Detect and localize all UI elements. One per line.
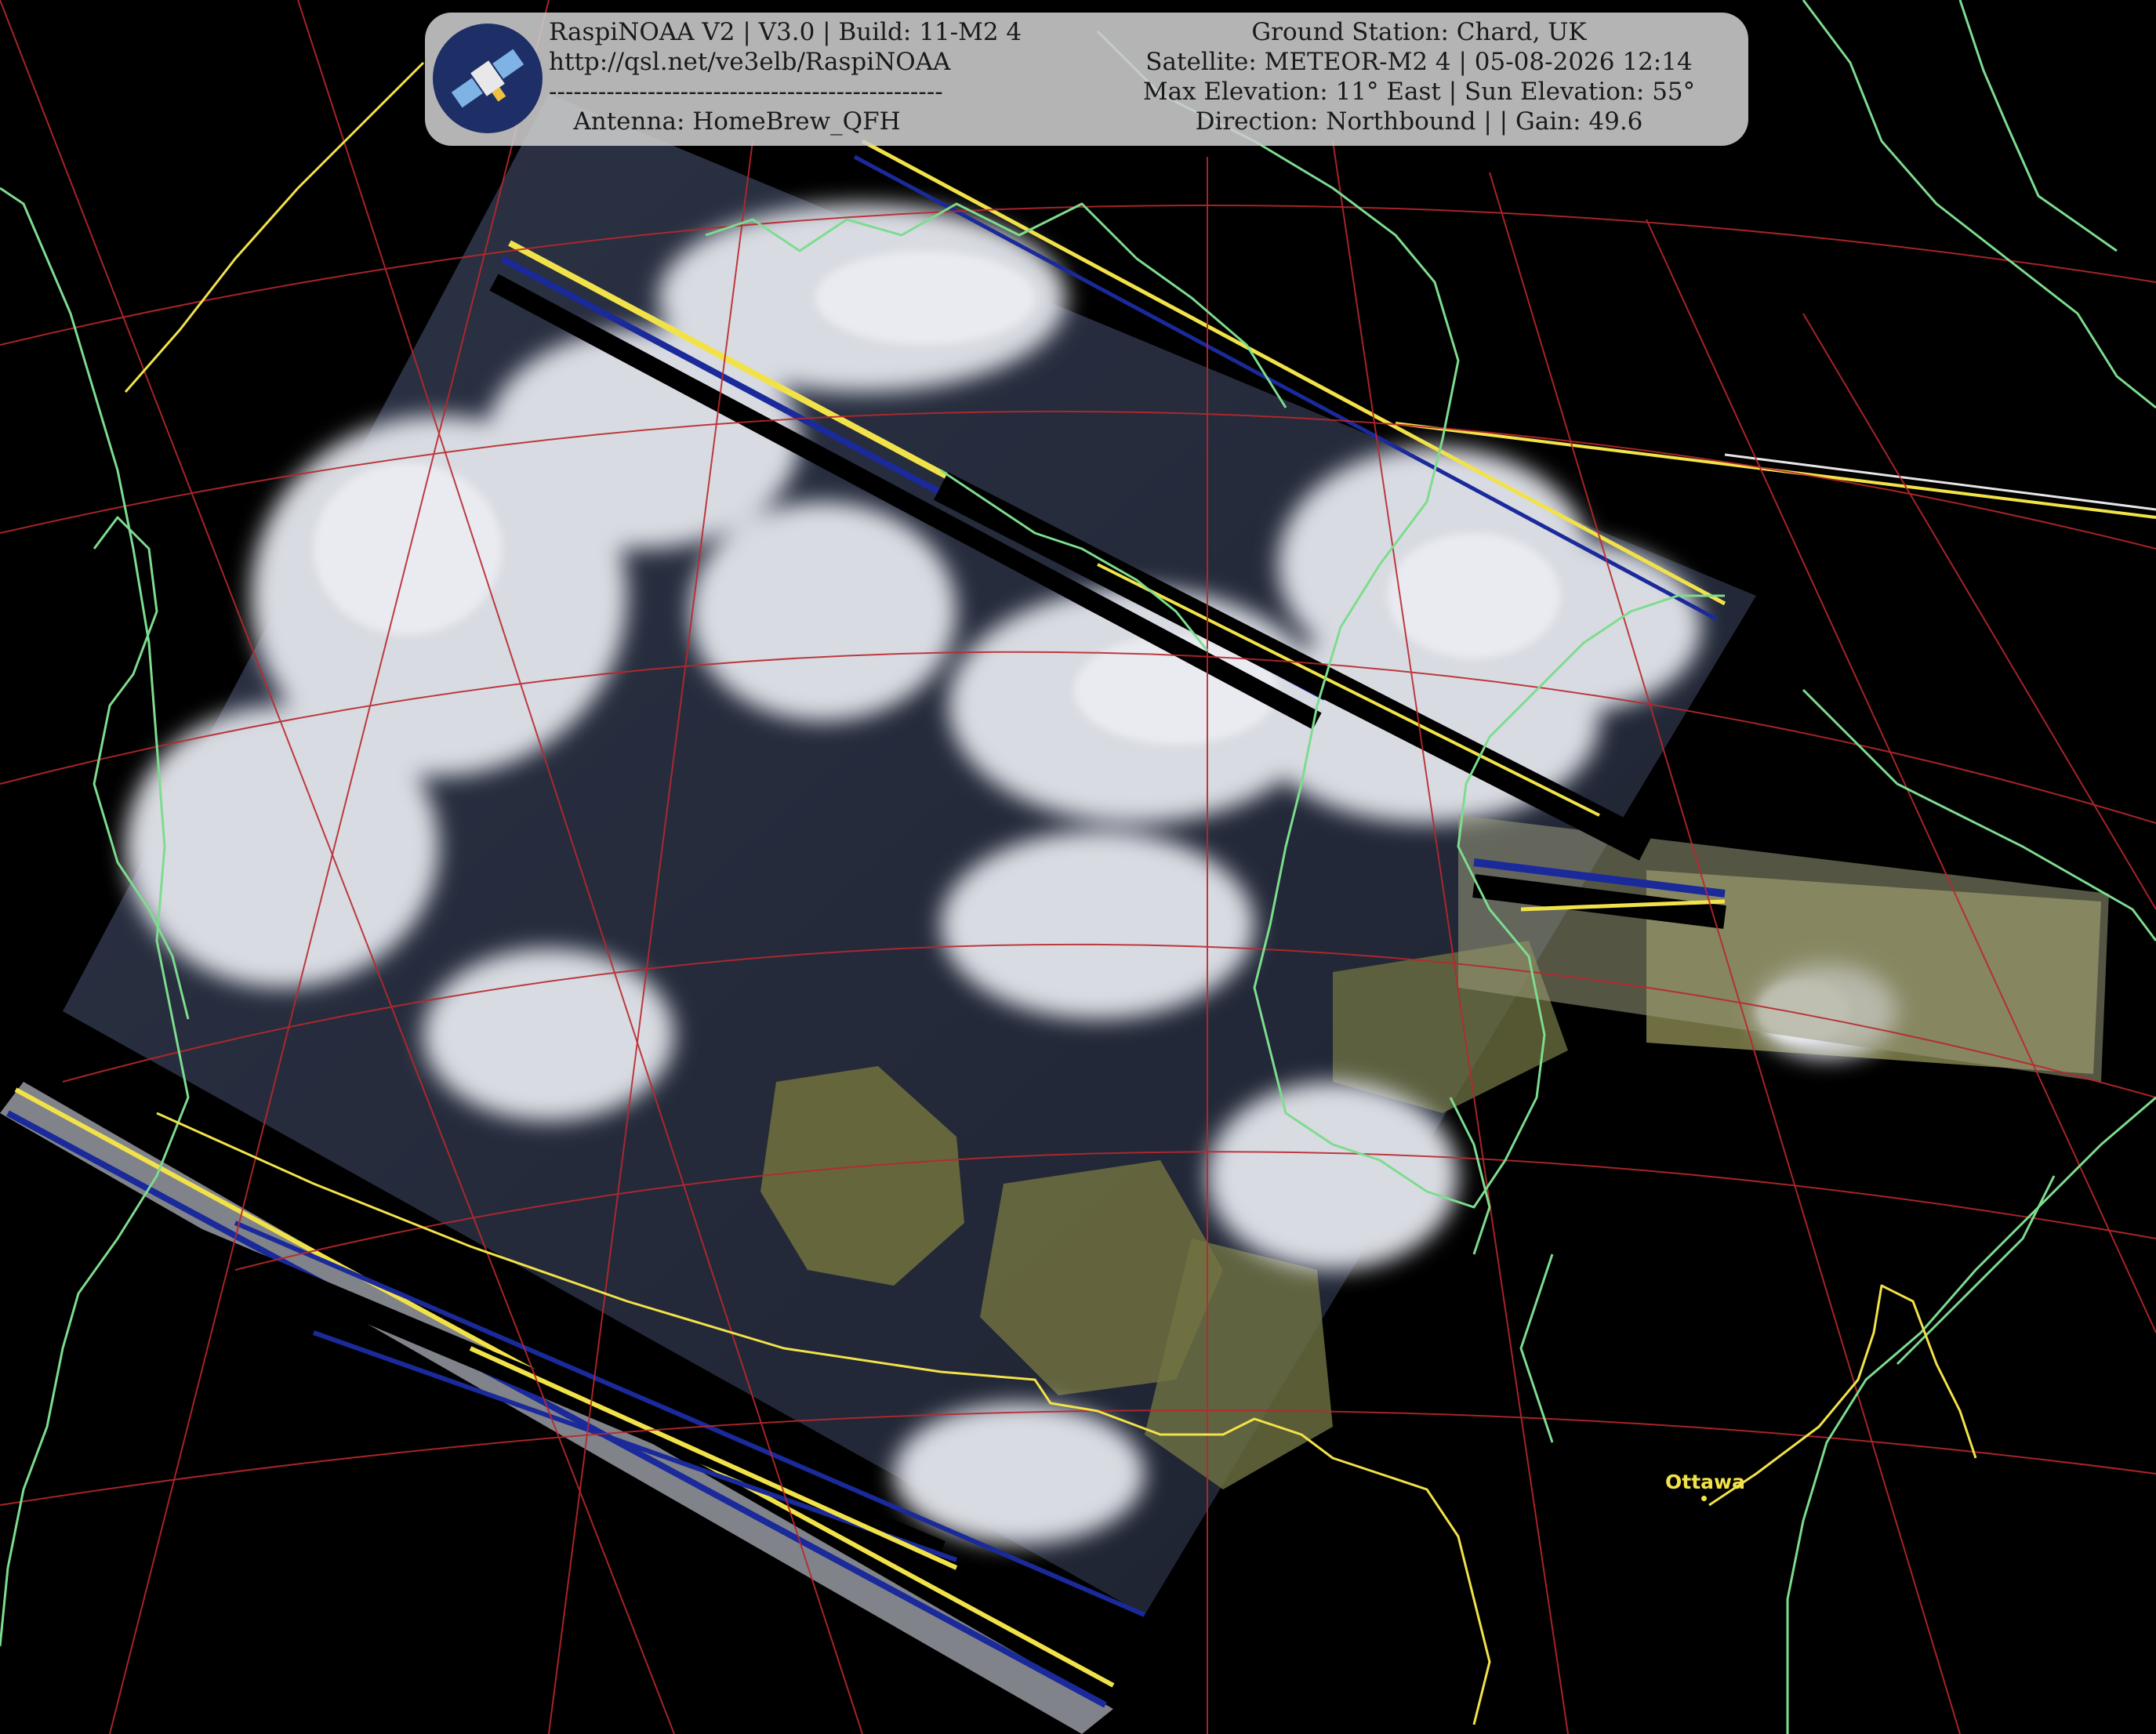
satellite-image — [0, 0, 2156, 1734]
project-url: http://qsl.net/ve3elb/RaspiNOAA — [549, 48, 951, 76]
station-info-left: RaspiNOAA V2 | V3.0 | Build: 11-M2 4 htt… — [549, 17, 1022, 136]
raspinoaa-logo — [433, 24, 543, 133]
city-label: Ottawa — [1665, 1471, 1745, 1493]
separator: ----------------------------------------… — [549, 78, 943, 106]
ground-station: Ground Station: Chard, UK — [1251, 18, 1587, 46]
city-marker — [1701, 1496, 1707, 1501]
antenna-info: Antenna: HomeBrew_QFH — [573, 107, 901, 136]
satellite-icon — [434, 25, 541, 132]
elevation-info: Max Elevation: 11° East | Sun Elevation:… — [1142, 78, 1696, 106]
station-info-right: Ground Station: Chard, UK Satellite: MET… — [1105, 17, 1733, 136]
software-version: RaspiNOAA V2 | V3.0 | Build: 11-M2 4 — [549, 18, 1022, 46]
direction-gain: Direction: Northbound | | Gain: 49.6 — [1195, 107, 1643, 136]
satellite-pass: Satellite: METEOR-M2 4 | 05-08-2026 12:1… — [1145, 48, 1693, 76]
